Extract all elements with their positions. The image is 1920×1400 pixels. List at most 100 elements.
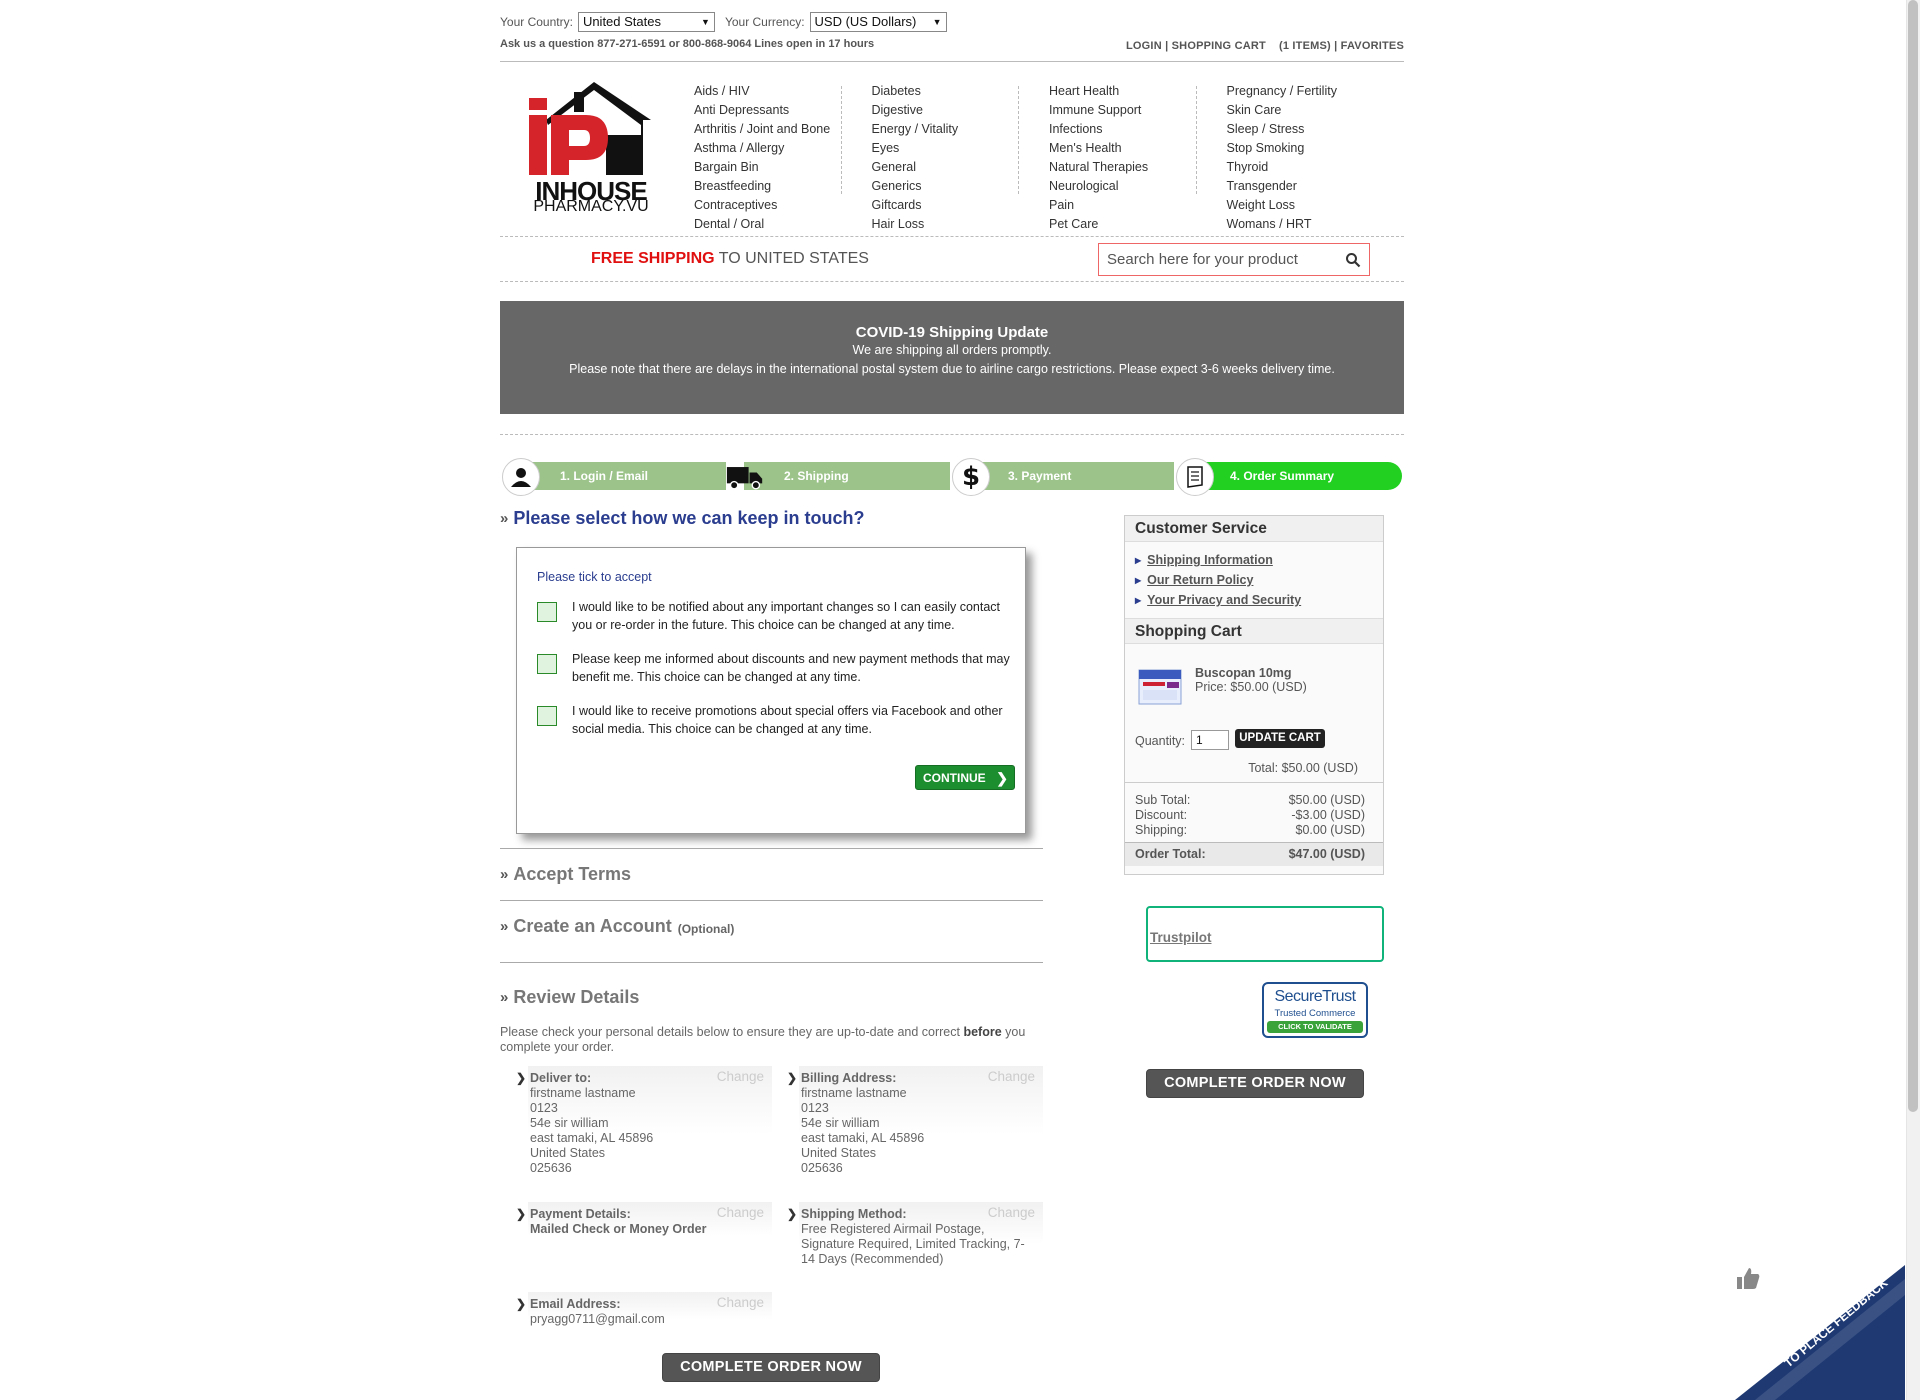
menu-item[interactable]: Pet Care [1049,215,1227,234]
divider [500,236,1404,237]
step-login[interactable] [502,458,540,496]
deliver-line: east tamaki, AL 45896 [530,1131,654,1145]
scrollbar-thumb[interactable] [1908,0,1918,1112]
search-box [1098,243,1370,276]
double-chevron-icon: » [500,918,509,935]
review-details-title: » Review Details [500,987,639,1008]
return-policy-link[interactable]: ▶ Our Return Policy [1135,573,1253,587]
login-link[interactable]: LOGIN [1126,40,1162,52]
menu-item[interactable]: Diabetes [872,82,1050,101]
menu-item[interactable]: Generics [872,177,1050,196]
checkbox-social[interactable] [537,706,557,726]
menu-item[interactable]: Arthritis / Joint and Bone [694,120,872,139]
change-link[interactable]: Change [717,1205,764,1220]
search-icon[interactable] [1345,252,1361,268]
menu-item[interactable]: Immune Support [1049,101,1227,120]
menu-item[interactable]: Neurological [1049,177,1227,196]
option-text: I would like to receive promotions about… [572,704,1003,736]
divider [1125,782,1383,783]
checkbox-discounts[interactable] [537,654,557,674]
billing-line: United States [801,1146,877,1160]
step-payment[interactable]: $ [952,458,990,496]
quantity-input[interactable]: 1 [1191,730,1229,750]
menu-item[interactable]: Pain [1049,196,1227,215]
menu-item[interactable]: Eyes [872,139,1050,158]
account-links: LOGIN | SHOPPING CART (1 ITEMS) | FAVORI… [1126,40,1404,52]
product-image[interactable] [1137,666,1183,710]
feedback-corner-tab[interactable]: PLEASE CLICK HERE TO PLACE FEEDBACK [1735,1265,1905,1400]
trustpilot-link[interactable]: Trustpilot [1150,930,1212,945]
option-text: Please keep me informed about discounts … [572,652,1010,684]
change-link[interactable]: Change [717,1295,764,1310]
billing-line: firstname lastname [801,1086,907,1100]
favorites-link[interactable]: FAVORITES [1341,40,1404,52]
securetrust-badge[interactable]: SecureTrust Trusted Commerce CLICK TO VA… [1262,982,1368,1038]
vertical-scrollbar[interactable] [1906,0,1920,1400]
step-shipping[interactable] [726,458,764,496]
product-name[interactable]: Buscopan 10mg [1195,666,1292,680]
update-cart-button[interactable]: UPDATE CART [1235,729,1325,748]
step-summary[interactable] [1176,458,1214,496]
menu-item[interactable]: General [872,158,1050,177]
divider [500,61,1404,62]
menu-item[interactable]: Aids / HIV [694,82,872,101]
link-label: Our Return Policy [1147,573,1254,587]
change-link[interactable]: Change [717,1069,764,1084]
currency-select[interactable]: USD (US Dollars) ▼ [809,12,947,32]
cart-items-count[interactable]: (1 ITEMS) [1279,40,1331,52]
dropdown-arrow-icon: ▼ [932,17,942,27]
thumbs-up-icon [1737,1268,1760,1289]
complete-order-button-sidebar[interactable]: COMPLETE ORDER NOW [1146,1069,1364,1098]
triangle-right-icon: ▶ [1135,596,1142,605]
create-account-title[interactable]: » Create an Account (Optional) [500,916,734,937]
deliver-line: firstname lastname [530,1086,636,1100]
menu-item[interactable]: Sleep / Stress [1227,120,1405,139]
free-shipping-text: FREE SHIPPING [591,250,715,267]
menu-item[interactable]: Energy / Vitality [872,120,1050,139]
menu-item[interactable]: Asthma / Allergy [694,139,872,158]
change-link[interactable]: Change [988,1205,1035,1220]
order-total-row: Order Total: $47.00 (USD) [1125,842,1383,866]
menu-item[interactable]: Digestive [872,101,1050,120]
menu-item[interactable]: Men's Health [1049,139,1227,158]
free-shipping-banner: FREE SHIPPING TO UNITED STATES [591,250,869,268]
consent-option-2: Please keep me informed about discounts … [537,650,1017,686]
shopping-cart-header: Shopping Cart [1125,618,1383,644]
email-address-card: ❯ Change Email Address: pryagg0711@gmail… [516,1292,772,1338]
menu-item[interactable]: Stop Smoking [1227,139,1405,158]
menu-item[interactable]: Natural Therapies [1049,158,1227,177]
step-login-label: 1. Login / Email [560,469,649,483]
checkbox-notify[interactable] [537,602,557,622]
menu-item[interactable]: Skin Care [1227,101,1405,120]
menu-item[interactable]: Dental / Oral [694,215,872,234]
menu-item[interactable]: Contraceptives [694,196,872,215]
site-logo[interactable]: INHOUSE PHARMACY.VU [526,80,656,215]
shipping-method-line: 14 Days (Recommended) [801,1252,944,1266]
change-link[interactable]: Change [988,1069,1035,1084]
menu-item[interactable]: Anti Depressants [694,101,872,120]
menu-item[interactable]: Heart Health [1049,82,1227,101]
country-select[interactable]: United States ▼ [577,12,715,32]
shopping-cart-link[interactable]: SHOPPING CART [1172,40,1266,52]
menu-item[interactable]: Infections [1049,120,1227,139]
continue-button[interactable]: CONTINUE ❯ [915,765,1015,790]
chevron-right-icon: ❯ [787,1207,798,1221]
menu-item[interactable]: Weight Loss [1227,196,1405,215]
shipping-method-line: Signature Required, Limited Tracking, 7- [801,1237,1025,1251]
menu-item[interactable]: Bargain Bin [694,158,872,177]
menu-item[interactable]: Womans / HRT [1227,215,1405,234]
menu-item[interactable]: Breastfeeding [694,177,872,196]
privacy-security-link[interactable]: ▶ Your Privacy and Security [1135,593,1301,607]
menu-item[interactable]: Thyroid [1227,158,1405,177]
billing-line: east tamaki, AL 45896 [801,1131,925,1145]
search-input[interactable] [1099,244,1329,275]
accept-terms-title[interactable]: » Accept Terms [500,864,631,885]
complete-order-button[interactable]: COMPLETE ORDER NOW [662,1353,880,1382]
shipping-method-card: ❯ Change Shipping Method: Free Registere… [787,1202,1043,1272]
menu-item[interactable]: Pregnancy / Fertility [1227,82,1405,101]
billing-address-card: ❯ Change Billing Address: firstname last… [787,1066,1043,1180]
menu-item[interactable]: Transgender [1227,177,1405,196]
menu-item[interactable]: Hair Loss [872,215,1050,234]
shipping-information-link[interactable]: ▶ Shipping Information [1135,553,1273,567]
menu-item[interactable]: Giftcards [872,196,1050,215]
